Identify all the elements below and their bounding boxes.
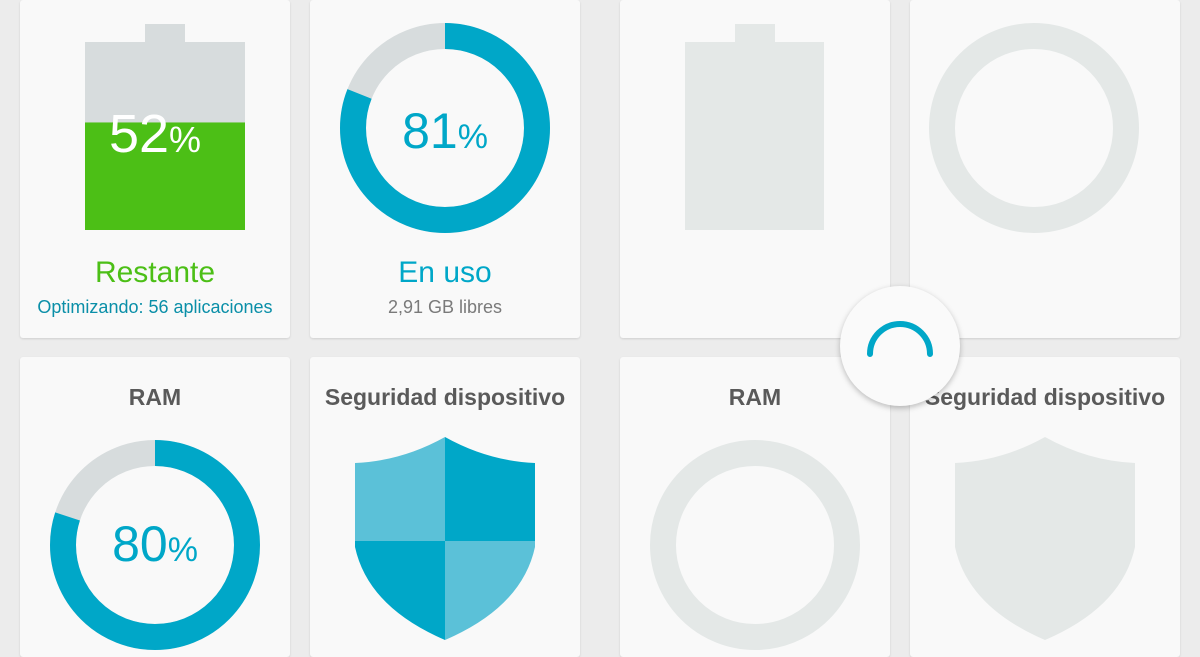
battery-cap [145, 24, 185, 42]
loading-spinner-icon [867, 321, 933, 357]
shield-quadrant-top-left [355, 437, 445, 541]
security-card[interactable]: Seguridad dispositivo [310, 357, 580, 657]
shield-placeholder-shape [955, 437, 1135, 640]
ram-placeholder-ring [650, 440, 860, 650]
shield-quadrant-top-right [445, 437, 535, 541]
shield-quadrant-bottom-left [355, 541, 445, 640]
battery-placeholder-body [685, 42, 824, 230]
ram-percent-value: 80% [112, 516, 198, 572]
gauge-placeholder-ring [929, 23, 1139, 233]
storage-card[interactable]: 81% En uso 2,91 GB libres [310, 0, 580, 338]
storage-status-label: En uso [398, 256, 492, 289]
shield-quadrant-bottom-right [445, 541, 535, 640]
storage-percent-value: 81% [402, 103, 488, 159]
battery-placeholder-cap [735, 24, 775, 42]
ram-card[interactable]: RAM 80% [20, 357, 290, 657]
ram-gauge [50, 440, 260, 650]
battery-status-label: Restante [94, 256, 216, 289]
spinner-arc [867, 321, 933, 357]
storage-free-text: 2,91 GB libres [387, 297, 503, 317]
battery-percent-value: 52% [108, 104, 202, 164]
battery-optimizing-text: Optimizando: 56 aplicaciones [37, 297, 273, 317]
shield-icon [355, 437, 535, 640]
battery-card[interactable]: 52% Restante Optimizando: 56 aplicacione… [20, 0, 290, 338]
loading-spinner [840, 286, 960, 406]
